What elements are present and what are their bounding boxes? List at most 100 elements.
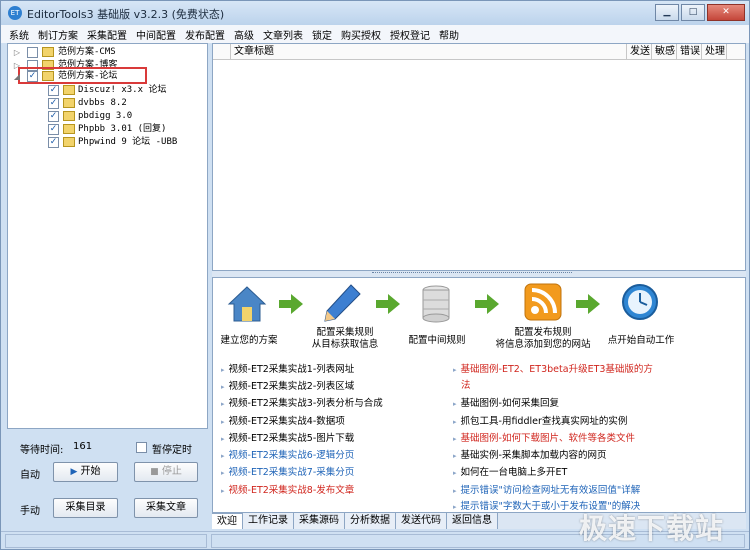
wait-time-label: 等待时间: xyxy=(20,445,64,456)
link-text: 提示错误"访问检查网址无有效返回值"详解 xyxy=(460,485,641,496)
collapse-arrow-icon[interactable]: ◢ xyxy=(13,70,21,83)
tab-work-log[interactable]: 工作记录 xyxy=(243,513,294,529)
house-icon[interactable] xyxy=(227,284,267,324)
menu-system[interactable]: 系统 xyxy=(5,25,34,43)
collect-article-button[interactable]: 采集文章 xyxy=(134,498,198,518)
welcome-panel: 建立您的方案 配置采集规则 从目标获取信息 配置中间规则 配置发布规则 将信息添… xyxy=(212,277,746,513)
menu-publish-config[interactable]: 发布配置 xyxy=(181,25,230,43)
tab-source-code[interactable]: 采集源码 xyxy=(294,513,345,529)
bullet-icon: ▸ xyxy=(221,435,225,443)
column-error[interactable]: 错误 xyxy=(677,44,702,59)
auto-label: 自动 xyxy=(20,470,40,481)
menu-middle-config[interactable]: 中间配置 xyxy=(132,25,181,43)
guide-link-7[interactable]: ▸ 提示错误"访问检查网址无有效返回值"详解 xyxy=(453,484,640,498)
link-text: 视频-ET2采集实战7-采集分页 xyxy=(228,467,355,478)
bullet-icon: ▸ xyxy=(221,366,225,374)
step-publish-rule-label[interactable]: 配置发布规则 将信息添加到您的网站 xyxy=(488,327,598,351)
step-collect-rule-line1: 配置采集规则 xyxy=(316,327,374,338)
menu-plan[interactable]: 制订方案 xyxy=(34,25,83,43)
minimize-button[interactable]: ▁ xyxy=(655,4,679,21)
guide-link-2[interactable]: ▸ 基础图例-如何采集回复 xyxy=(453,397,559,411)
guide-link-3[interactable]: ▸ 抓包工具-用fiddler查找真实网址的实例 xyxy=(453,415,627,429)
step-publish-rule-line2: 将信息添加到您的网站 xyxy=(495,339,591,350)
link-text: 如何在一台电脑上多开ET xyxy=(460,467,568,478)
link-text: 基础图例-如何采集回复 xyxy=(460,398,559,409)
tab-return-info[interactable]: 返回信息 xyxy=(447,513,498,529)
run-controls: 等待时间: 161 暂停定时 自动 ▶ 开始 ■ 停止 手动 采集目录 采集文章 xyxy=(7,429,208,539)
video-link-8[interactable]: ▸ 视频-ET2采集实战8-发布文章 xyxy=(221,484,354,498)
row-selector-column xyxy=(213,44,231,59)
tree-item-label: 范例方案-论坛 xyxy=(58,71,118,81)
step-collect-rule-label[interactable]: 配置采集规则 从目标获取信息 xyxy=(295,327,395,351)
step-build-plan-label[interactable]: 建立您的方案 xyxy=(217,335,281,347)
guide-link-6[interactable]: ▸ 如何在一台电脑上多开ET xyxy=(453,466,567,480)
tree-checkbox[interactable]: ✓ xyxy=(48,111,59,122)
title-bar[interactable]: ET EditorTools3 基础版 v3.2.3 (免费状态) ▁ □ ✕ xyxy=(1,1,749,25)
maximize-button[interactable]: □ xyxy=(681,4,705,21)
link-text: 视频-ET2采集实战8-发布文章 xyxy=(228,485,355,496)
bullet-icon: ▸ xyxy=(221,487,225,495)
video-link-3[interactable]: ▸ 视频-ET2采集实战3-列表分析与合成 xyxy=(221,397,383,411)
manual-label: 手动 xyxy=(20,506,40,517)
bullet-icon: ▸ xyxy=(221,469,225,477)
video-link-6[interactable]: ▸ 视频-ET2采集实战6-逻辑分页 xyxy=(221,449,354,463)
article-table-header: 文章标题 发送 敏感 错误 处理 xyxy=(213,44,745,60)
guide-link-5[interactable]: ▸ 基础实例-采集脚本加载内容的网页 xyxy=(453,449,606,463)
guide-link-1-continued[interactable]: 法 xyxy=(461,379,471,392)
step-start-label[interactable]: 点开始自动工作 xyxy=(601,335,681,347)
menu-lock[interactable]: 锁定 xyxy=(308,25,337,43)
menu-buy-license[interactable]: 购买授权 xyxy=(337,25,386,43)
window-title: EditorTools3 基础版 v3.2.3 (免费状态) xyxy=(27,8,225,21)
link-text: 基础图例-ET2、ET3beta升级ET3基础版的方 xyxy=(460,364,653,375)
step-middle-rule-label[interactable]: 配置中间规则 xyxy=(397,335,477,347)
column-sent[interactable]: 发送 xyxy=(627,44,652,59)
menu-collect-config[interactable]: 采集配置 xyxy=(83,25,132,43)
video-link-4[interactable]: ▸ 视频-ET2采集实战4-数据项 xyxy=(221,415,345,429)
link-text: 视频-ET2采集实战3-列表分析与合成 xyxy=(228,398,383,409)
tab-analysis-data[interactable]: 分析数据 xyxy=(345,513,396,529)
menu-article-list[interactable]: 文章列表 xyxy=(259,25,308,43)
close-button[interactable]: ✕ xyxy=(707,4,745,21)
link-text: 视频-ET2采集实战5-图片下载 xyxy=(228,433,355,444)
menu-advanced[interactable]: 高级 xyxy=(230,25,259,43)
clock-icon[interactable] xyxy=(621,283,659,321)
column-title[interactable]: 文章标题 xyxy=(231,44,627,59)
video-link-5[interactable]: ▸ 视频-ET2采集实战5-图片下载 xyxy=(221,432,354,446)
column-process[interactable]: 处理 xyxy=(702,44,727,59)
tree-checkbox[interactable]: ✓ xyxy=(48,98,59,109)
pause-timer-checkbox[interactable] xyxy=(136,442,147,453)
pencil-icon[interactable] xyxy=(321,282,363,324)
tab-send-code[interactable]: 发送代码 xyxy=(396,513,447,529)
guide-link-1[interactable]: ▸ 基础图例-ET2、ET3beta升级ET3基础版的方 xyxy=(453,363,653,377)
stop-button[interactable]: ■ 停止 xyxy=(134,462,198,482)
bullet-icon: ▸ xyxy=(453,418,457,426)
database-icon[interactable] xyxy=(421,284,451,324)
tab-welcome[interactable]: 欢迎 xyxy=(212,513,243,529)
splitter-grip xyxy=(372,272,572,275)
menu-license-register[interactable]: 授权登记 xyxy=(386,25,435,43)
tree-checkbox[interactable]: ✓ xyxy=(48,124,59,135)
tree-checkbox[interactable]: ✓ xyxy=(48,85,59,96)
rss-icon[interactable] xyxy=(524,283,562,321)
page-icon xyxy=(63,98,75,108)
wait-time-value: 161 xyxy=(73,441,93,452)
link-text: 视频-ET2采集实战4-数据项 xyxy=(228,416,345,427)
page-icon xyxy=(63,124,75,134)
tree-checkbox[interactable]: ✓ xyxy=(27,71,38,82)
tree-item-label: 范例方案-CMS xyxy=(58,47,116,57)
stop-icon: ■ xyxy=(150,467,159,477)
tree-checkbox[interactable] xyxy=(27,47,38,58)
start-button[interactable]: ▶ 开始 xyxy=(53,462,118,482)
expand-arrow-icon[interactable]: ▷ xyxy=(13,46,21,59)
tree-checkbox[interactable]: ✓ xyxy=(48,137,59,148)
video-link-1[interactable]: ▸ 视频-ET2采集实战1-列表网址 xyxy=(221,363,354,377)
menu-help[interactable]: 帮助 xyxy=(435,25,464,43)
video-link-2[interactable]: ▸ 视频-ET2采集实战2-列表区域 xyxy=(221,380,354,394)
column-sensitive[interactable]: 敏感 xyxy=(652,44,677,59)
collect-directory-button[interactable]: 采集目录 xyxy=(53,498,118,518)
bullet-icon: ▸ xyxy=(221,452,225,460)
tree-item-label: Discuz! x3.x 论坛 xyxy=(78,85,167,95)
stop-button-label: 停止 xyxy=(161,466,182,477)
video-link-7[interactable]: ▸ 视频-ET2采集实战7-采集分页 xyxy=(221,466,354,480)
guide-link-4[interactable]: ▸ 基础图例-如何下载图片、软件等各类文件 xyxy=(453,432,635,446)
